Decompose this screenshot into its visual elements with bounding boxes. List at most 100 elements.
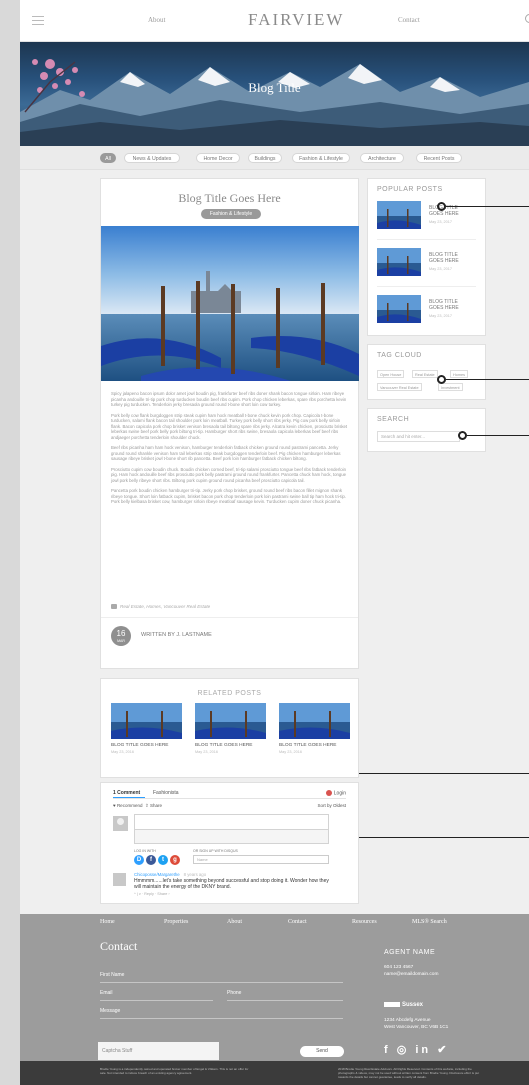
annotation-marker — [437, 202, 446, 211]
sign-up-label: OR SIGN UP WITH DISQUS — [193, 849, 238, 853]
social-icons[interactable]: f ◎ in ✔ — [384, 1043, 449, 1056]
tag-pill[interactable]: Open House — [377, 370, 405, 378]
post-date-badge: 16 MAR — [111, 626, 131, 646]
tag-icon — [111, 604, 117, 610]
filter-chip-all[interactable]: All — [100, 153, 116, 163]
post-body: Spicy jalapeno bacon ipsum dolor amet jo… — [111, 391, 349, 510]
post-feature-image — [101, 226, 359, 381]
brokerage-logo: Sussex — [384, 1002, 423, 1008]
filter-chip-recent-posts[interactable]: Recent Posts — [416, 153, 462, 163]
send-button[interactable]: Send — [300, 1046, 344, 1057]
legal-bar: Brodie Young is a independently owned an… — [20, 1061, 529, 1085]
comment-input-footer — [134, 829, 329, 844]
post-tags-text[interactable]: Real Estate, Homes, Vancouver Real Estat… — [120, 604, 210, 609]
agent-phone[interactable]: 604 123 4567 — [384, 965, 413, 972]
comment-author-name[interactable]: Chicoposse/Margarethe — [134, 872, 180, 877]
divider — [377, 239, 476, 240]
recommend-label[interactable]: Recommend — [117, 803, 143, 808]
first-name-field[interactable]: First Name — [100, 972, 124, 978]
google-login-icon[interactable]: g — [170, 855, 180, 865]
footer-nav-mls-search[interactable]: MLS® Search — [412, 919, 447, 925]
popular-post-item[interactable]: BLOG TITLE GOES HERE May 23, 2017 — [377, 295, 477, 325]
popular-post-item[interactable]: BLOG TITLE GOES HERE May 23, 2017 — [377, 248, 477, 278]
footer-nav-resources[interactable]: Resources — [352, 919, 377, 925]
comment-time: 8 years ago — [183, 872, 207, 877]
twitter-login-icon[interactable]: t — [158, 855, 168, 865]
related-post-thumbnail[interactable] — [279, 703, 350, 739]
post-paragraph: Prosciutto cupim cow boudin chuck. Boudi… — [111, 466, 347, 483]
popular-post-thumbnail[interactable] — [377, 295, 421, 323]
filter-chip-fashion-lifestyle[interactable]: Fashion & Lifestyle — [292, 153, 350, 163]
agent-email[interactable]: name@emaildomain.com — [384, 972, 438, 979]
related-post-date: May 23, 2016 — [195, 750, 219, 754]
site-footer: Home Properties About Contact Resources … — [20, 914, 529, 1061]
post-title[interactable]: Blog Title Goes Here — [101, 191, 358, 206]
tag-cloud-heading: TAG CLOUD — [377, 352, 422, 359]
filter-chip-architecture[interactable]: Architecture — [360, 153, 404, 163]
related-post-title[interactable]: BLOG TITLE GOES HERE — [111, 743, 169, 748]
share-label[interactable]: Share — [150, 803, 162, 808]
comment-author[interactable]: Chicoposse/Margarethe 8 years ago — [134, 872, 206, 877]
tag-pill[interactable]: Vancouver Real Estate — [377, 383, 422, 391]
divider — [101, 617, 358, 618]
site-logo[interactable]: FAIRVIEW — [248, 10, 344, 30]
popular-post-title[interactable]: BLOG TITLE GOES HERE — [429, 299, 473, 311]
related-post-item[interactable]: BLOG TITLE GOES HERE May 23, 2016 — [279, 703, 350, 754]
related-post-title[interactable]: BLOG TITLE GOES HERE — [195, 743, 253, 748]
name-input[interactable]: Name — [193, 855, 329, 864]
comments-count-tab[interactable]: 1 Comment — [113, 790, 140, 796]
post-category-badge[interactable]: Fashion & Lifestyle — [201, 209, 261, 219]
comments-login-label[interactable]: Login — [334, 790, 346, 796]
facebook-login-icon[interactable]: f — [146, 855, 156, 865]
popular-post-title[interactable]: BLOG TITLE GOES HERE — [429, 252, 473, 264]
field-underline — [100, 982, 343, 983]
popular-post-date: May 23, 2017 — [429, 220, 453, 224]
footer-nav-home[interactable]: Home — [100, 919, 115, 925]
disqus-login-icon[interactable]: D — [134, 855, 144, 865]
comment-actions[interactable]: ^ | v · Reply · Share › — [134, 892, 170, 896]
phone-field[interactable]: Phone — [227, 990, 241, 996]
agent-address-line1: 1234 Abcdefg Avenue — [384, 1018, 431, 1023]
related-post-thumbnail[interactable] — [195, 703, 266, 739]
agent-address-line2: West Vancouver, BC V6B 1C1 — [384, 1025, 449, 1030]
popular-post-thumbnail[interactable] — [377, 201, 421, 229]
search-icon[interactable] — [525, 14, 529, 23]
tag-pill[interactable]: Investment — [438, 383, 463, 391]
comments-community-tab[interactable]: Fashionista — [153, 790, 179, 796]
annotation-marker — [437, 375, 446, 384]
footer-nav-about[interactable]: About — [227, 919, 242, 925]
commenter-avatar — [113, 873, 126, 886]
related-posts-heading: RELATED POSTS — [197, 690, 262, 697]
share-button[interactable]: ⇪ Share — [145, 803, 162, 809]
captcha-box[interactable]: Captcha Stuff — [98, 1042, 219, 1060]
related-post-title[interactable]: BLOG TITLE GOES HERE — [279, 743, 337, 748]
login-with-label: LOG IN WITH — [134, 849, 156, 853]
post-paragraph: Pork belly cow flank burgdoggen strip st… — [111, 412, 348, 440]
related-post-item[interactable]: BLOG TITLE GOES HERE May 23, 2016 — [195, 703, 266, 754]
tag-pill[interactable]: Homes — [450, 370, 469, 378]
sidebar-search-input[interactable]: Search and hit enter... — [377, 431, 460, 442]
message-field[interactable]: Message — [100, 1008, 120, 1014]
popular-post-thumbnail[interactable] — [377, 248, 421, 276]
filter-chip-news-updates[interactable]: News & Updates — [124, 153, 180, 163]
footer-nav-contact[interactable]: Contact — [288, 919, 307, 925]
footer-nav-properties[interactable]: Properties — [164, 919, 188, 925]
brokerage-name: Sussex — [402, 1002, 424, 1009]
divider — [377, 286, 476, 287]
menu-icon[interactable] — [32, 16, 44, 25]
post-date-day: 16 — [116, 629, 126, 638]
comments-login[interactable]: Login — [325, 790, 346, 796]
tag-cloud-widget: TAG CLOUD Open House Real Estate Homes V… — [367, 344, 486, 400]
tag-pill[interactable]: Real Estate — [412, 370, 438, 378]
filter-chip-home-decor[interactable]: Home Decor — [196, 153, 240, 163]
popular-posts-heading: POPULAR POSTS — [377, 186, 443, 193]
related-post-thumbnail[interactable] — [111, 703, 182, 739]
email-field[interactable]: Email — [100, 990, 113, 996]
sort-dropdown[interactable]: Sort by Oldest — [317, 803, 346, 808]
related-post-item[interactable]: BLOG TITLE GOES HERE May 23, 2016 — [111, 703, 182, 754]
nav-link-contact[interactable]: Contact — [398, 16, 420, 24]
recommend-button[interactable]: ♥ Recommend — [113, 803, 142, 808]
nav-link-about[interactable]: About — [148, 16, 166, 24]
brokerage-logo-mark — [384, 1002, 400, 1007]
filter-chip-buildings[interactable]: Buildings — [248, 153, 282, 163]
